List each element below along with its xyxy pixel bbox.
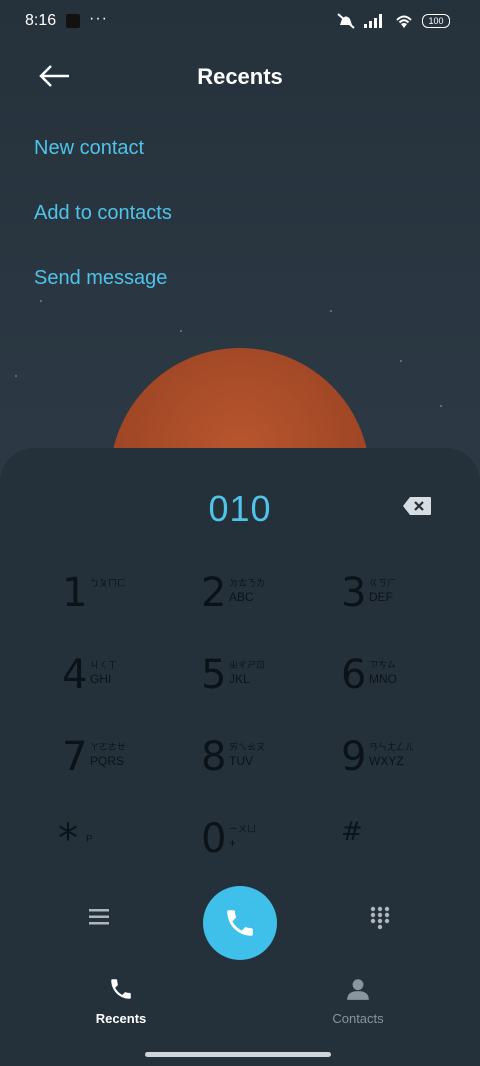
key-3[interactable]: 3 ㄍㄎㄏ DEF [341,568,480,638]
phone-icon [227,910,253,936]
key-0[interactable]: 0 ㄧㄨㄩ + [201,814,341,884]
key-letters-zhuyin: ㄐㄑㄒ [90,660,118,670]
page-title: Recents [197,64,283,89]
key-2[interactable]: 2 ㄉㄊㄋㄌ ABC [201,568,341,638]
key-letters-zhuyin: ㄗㄘㄙ [369,660,397,670]
more-notifications-icon: ··· [89,10,108,27]
status-time: 8:16 [25,12,57,29]
top-bar: Recents [0,44,480,114]
key-digit: # [341,817,363,847]
key-letters-latin: MNO [369,672,397,686]
key-9[interactable]: 9 ㄢㄣㄤㄥㄦ WXYZ [341,732,480,802]
tab-recents[interactable]: Recents [51,976,191,1026]
tab-recents-label: Recents [95,1011,147,1026]
key-letters-latin: GHI [90,672,112,686]
call-button[interactable] [203,886,277,960]
add-to-contacts-link[interactable]: Add to contacts [34,202,172,225]
key-digit: 1 [62,570,88,616]
status-bar: 8:16 ··· 100 [0,0,480,44]
mute-icon [337,13,355,29]
key-digit: 2 [201,570,227,616]
phone-icon [111,979,131,999]
key-star[interactable]: * P [58,814,198,884]
signal-icon [364,14,382,28]
key-letters-zhuyin: ㄓㄔㄕㄖ [229,660,266,670]
backspace-icon[interactable] [402,496,432,516]
home-indicator[interactable] [145,1052,331,1057]
key-digit: 8 [201,734,227,780]
key-digit: 5 [201,652,227,698]
key-letters-zhuyin: ㄞㄟㄠㄡ [229,742,266,752]
battery-icon: 100 [422,14,450,28]
key-letters-zhuyin: ㄢㄣㄤㄥㄦ [369,742,415,752]
key-letters-zhuyin: ㄉㄊㄋㄌ [229,578,266,588]
key-4[interactable]: 4 ㄐㄑㄒ GHI [62,650,202,720]
key-letters-latin: ABC [229,590,254,604]
key-letters-latin: P [86,834,93,845]
key-digit: 7 [62,734,88,780]
key-digit: 6 [341,652,367,698]
key-letters-zhuyin: ㄅㄆㄇㄈ [90,578,127,588]
key-digit: * [58,816,78,862]
key-digit: 9 [341,734,367,780]
key-letters-latin: JKL [229,672,250,686]
menu-icon[interactable] [89,908,109,926]
key-digit: 3 [341,570,367,616]
key-7[interactable]: 7 ㄚㄛㄜㄝ PQRS [62,732,202,802]
dialer-panel: 010 1 ㄅㄆㄇㄈ 2 ㄉㄊㄋㄌ ABC 3 ㄍㄎㄏ DEF 4 ㄐㄑㄒ GH… [0,448,480,1066]
key-letters-zhuyin: ㄚㄛㄜㄝ [90,742,127,752]
key-5[interactable]: 5 ㄓㄔㄕㄖ JKL [201,650,341,720]
key-hash[interactable]: # [341,814,480,884]
key-1[interactable]: 1 ㄅㄆㄇㄈ [62,568,202,638]
key-letters-latin: WXYZ [369,754,404,768]
wifi-icon [396,15,412,28]
key-letters-latin: + [229,836,237,850]
person-icon [347,979,369,1000]
new-contact-link[interactable]: New contact [34,137,144,160]
key-letters-zhuyin: ㄍㄎㄏ [369,578,397,588]
key-letters-latin: DEF [369,590,393,604]
key-digit: 0 [201,816,227,862]
tab-contacts[interactable]: Contacts [288,976,428,1026]
dialpad-icon[interactable] [370,906,390,930]
notification-icon [66,14,80,28]
send-message-link[interactable]: Send message [34,267,167,290]
key-letters-zhuyin: ㄧㄨㄩ [229,824,257,834]
key-letters-latin: PQRS [90,754,125,768]
key-6[interactable]: 6 ㄗㄘㄙ MNO [341,650,480,720]
key-letters-latin: TUV [229,754,253,768]
tab-contacts-label: Contacts [332,1011,384,1026]
key-digit: 4 [62,652,88,698]
key-8[interactable]: 8 ㄞㄟㄠㄡ TUV [201,732,341,802]
